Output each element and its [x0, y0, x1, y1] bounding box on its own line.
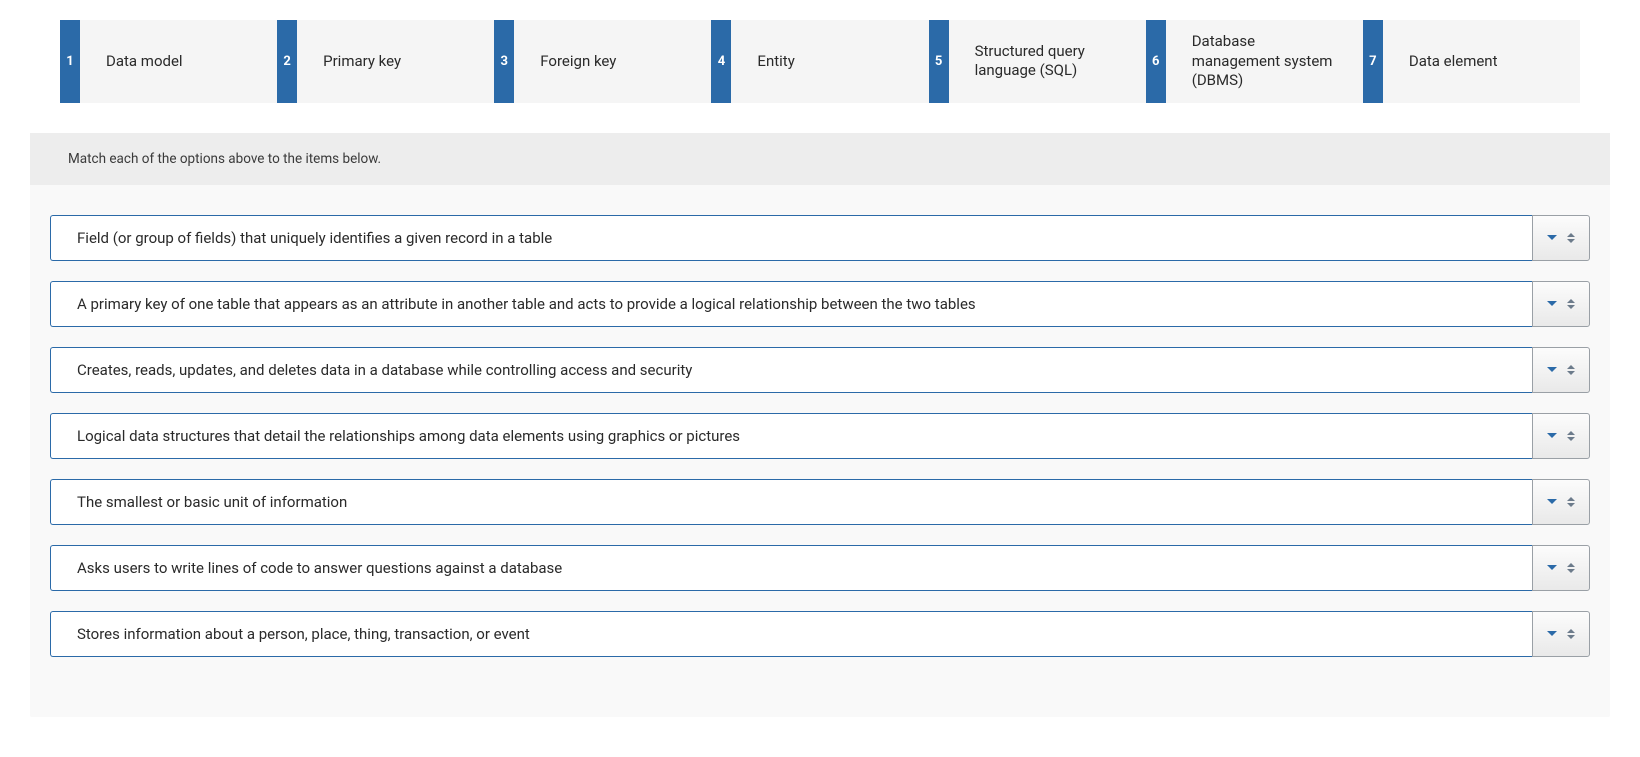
answer-dropdown[interactable]: [1532, 413, 1590, 459]
option-number: 7: [1363, 20, 1383, 103]
chevron-down-icon: [1547, 433, 1557, 438]
item-prompt: Asks users to write lines of code to ans…: [50, 545, 1532, 591]
option-tile-4[interactable]: 4 Entity: [711, 20, 928, 103]
match-panel: Match each of the options above to the i…: [30, 133, 1610, 717]
item-prompt: Creates, reads, updates, and deletes dat…: [50, 347, 1532, 393]
chevron-down-icon: [1547, 631, 1557, 636]
chevron-down-icon: [1547, 235, 1557, 240]
option-number: 1: [60, 20, 80, 103]
chevron-down-icon: [1547, 565, 1557, 570]
sort-icon: [1567, 299, 1575, 309]
sort-icon: [1567, 563, 1575, 573]
item-prompt: Logical data structures that detail the …: [50, 413, 1532, 459]
match-item: Field (or group of fields) that uniquely…: [50, 215, 1590, 261]
option-tile-1[interactable]: 1 Data model: [60, 20, 277, 103]
option-number: 3: [494, 20, 514, 103]
option-tile-7[interactable]: 7 Data element: [1363, 20, 1580, 103]
answer-dropdown[interactable]: [1532, 479, 1590, 525]
option-label: Foreign key: [514, 20, 711, 103]
sort-icon: [1567, 233, 1575, 243]
option-number: 4: [711, 20, 731, 103]
answer-dropdown[interactable]: [1532, 545, 1590, 591]
option-label: Data element: [1383, 20, 1580, 103]
match-item: A primary key of one table that appears …: [50, 281, 1590, 327]
option-number: 2: [277, 20, 297, 103]
item-prompt: Field (or group of fields) that uniquely…: [50, 215, 1532, 261]
sort-icon: [1567, 629, 1575, 639]
option-tile-2[interactable]: 2 Primary key: [277, 20, 494, 103]
option-tile-3[interactable]: 3 Foreign key: [494, 20, 711, 103]
item-prompt: A primary key of one table that appears …: [50, 281, 1532, 327]
option-label: Primary key: [297, 20, 494, 103]
option-label: Entity: [731, 20, 928, 103]
match-item: Asks users to write lines of code to ans…: [50, 545, 1590, 591]
answer-dropdown[interactable]: [1532, 281, 1590, 327]
match-item: Logical data structures that detail the …: [50, 413, 1590, 459]
sort-icon: [1567, 365, 1575, 375]
option-tile-5[interactable]: 5 Structured query language (SQL): [929, 20, 1146, 103]
match-item: Stores information about a person, place…: [50, 611, 1590, 657]
option-number: 6: [1146, 20, 1166, 103]
match-item: The smallest or basic unit of informatio…: [50, 479, 1590, 525]
sort-icon: [1567, 431, 1575, 441]
option-label: Structured query language (SQL): [949, 20, 1146, 103]
match-item: Creates, reads, updates, and deletes dat…: [50, 347, 1590, 393]
items-area: Field (or group of fields) that uniquely…: [30, 185, 1610, 717]
sort-icon: [1567, 497, 1575, 507]
answer-dropdown[interactable]: [1532, 611, 1590, 657]
options-row: 1 Data model 2 Primary key 3 Foreign key…: [60, 20, 1580, 103]
chevron-down-icon: [1547, 301, 1557, 306]
option-label: Database management system (DBMS): [1166, 20, 1363, 103]
instruction-text: Match each of the options above to the i…: [30, 133, 1610, 185]
answer-dropdown[interactable]: [1532, 215, 1590, 261]
item-prompt: The smallest or basic unit of informatio…: [50, 479, 1532, 525]
chevron-down-icon: [1547, 499, 1557, 504]
option-label: Data model: [80, 20, 277, 103]
item-prompt: Stores information about a person, place…: [50, 611, 1532, 657]
answer-dropdown[interactable]: [1532, 347, 1590, 393]
chevron-down-icon: [1547, 367, 1557, 372]
option-tile-6[interactable]: 6 Database management system (DBMS): [1146, 20, 1363, 103]
option-number: 5: [929, 20, 949, 103]
